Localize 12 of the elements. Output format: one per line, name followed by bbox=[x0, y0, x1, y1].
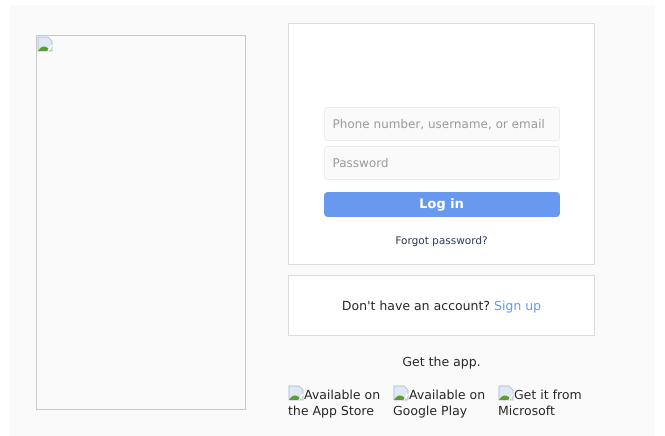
broken-image-icon bbox=[498, 385, 514, 401]
password-field[interactable]: Password bbox=[324, 146, 560, 180]
store-badge-image[interactable]: Available on the App Store bbox=[288, 385, 385, 419]
username-field[interactable]: Phone number, username, or email bbox=[324, 107, 560, 141]
broken-image-icon bbox=[288, 385, 304, 401]
broken-image-icon bbox=[393, 385, 409, 401]
broken-image-icon bbox=[37, 36, 53, 52]
forgot-password-link[interactable]: Forgot password? bbox=[395, 235, 488, 247]
store-badge-image[interactable]: Available on Google Play bbox=[393, 385, 490, 419]
store-badge-image[interactable]: Get it from Microsoft bbox=[498, 385, 595, 419]
signup-prompt: Don't have an account? bbox=[342, 298, 490, 313]
get-app-text: Get the app. bbox=[402, 354, 481, 369]
